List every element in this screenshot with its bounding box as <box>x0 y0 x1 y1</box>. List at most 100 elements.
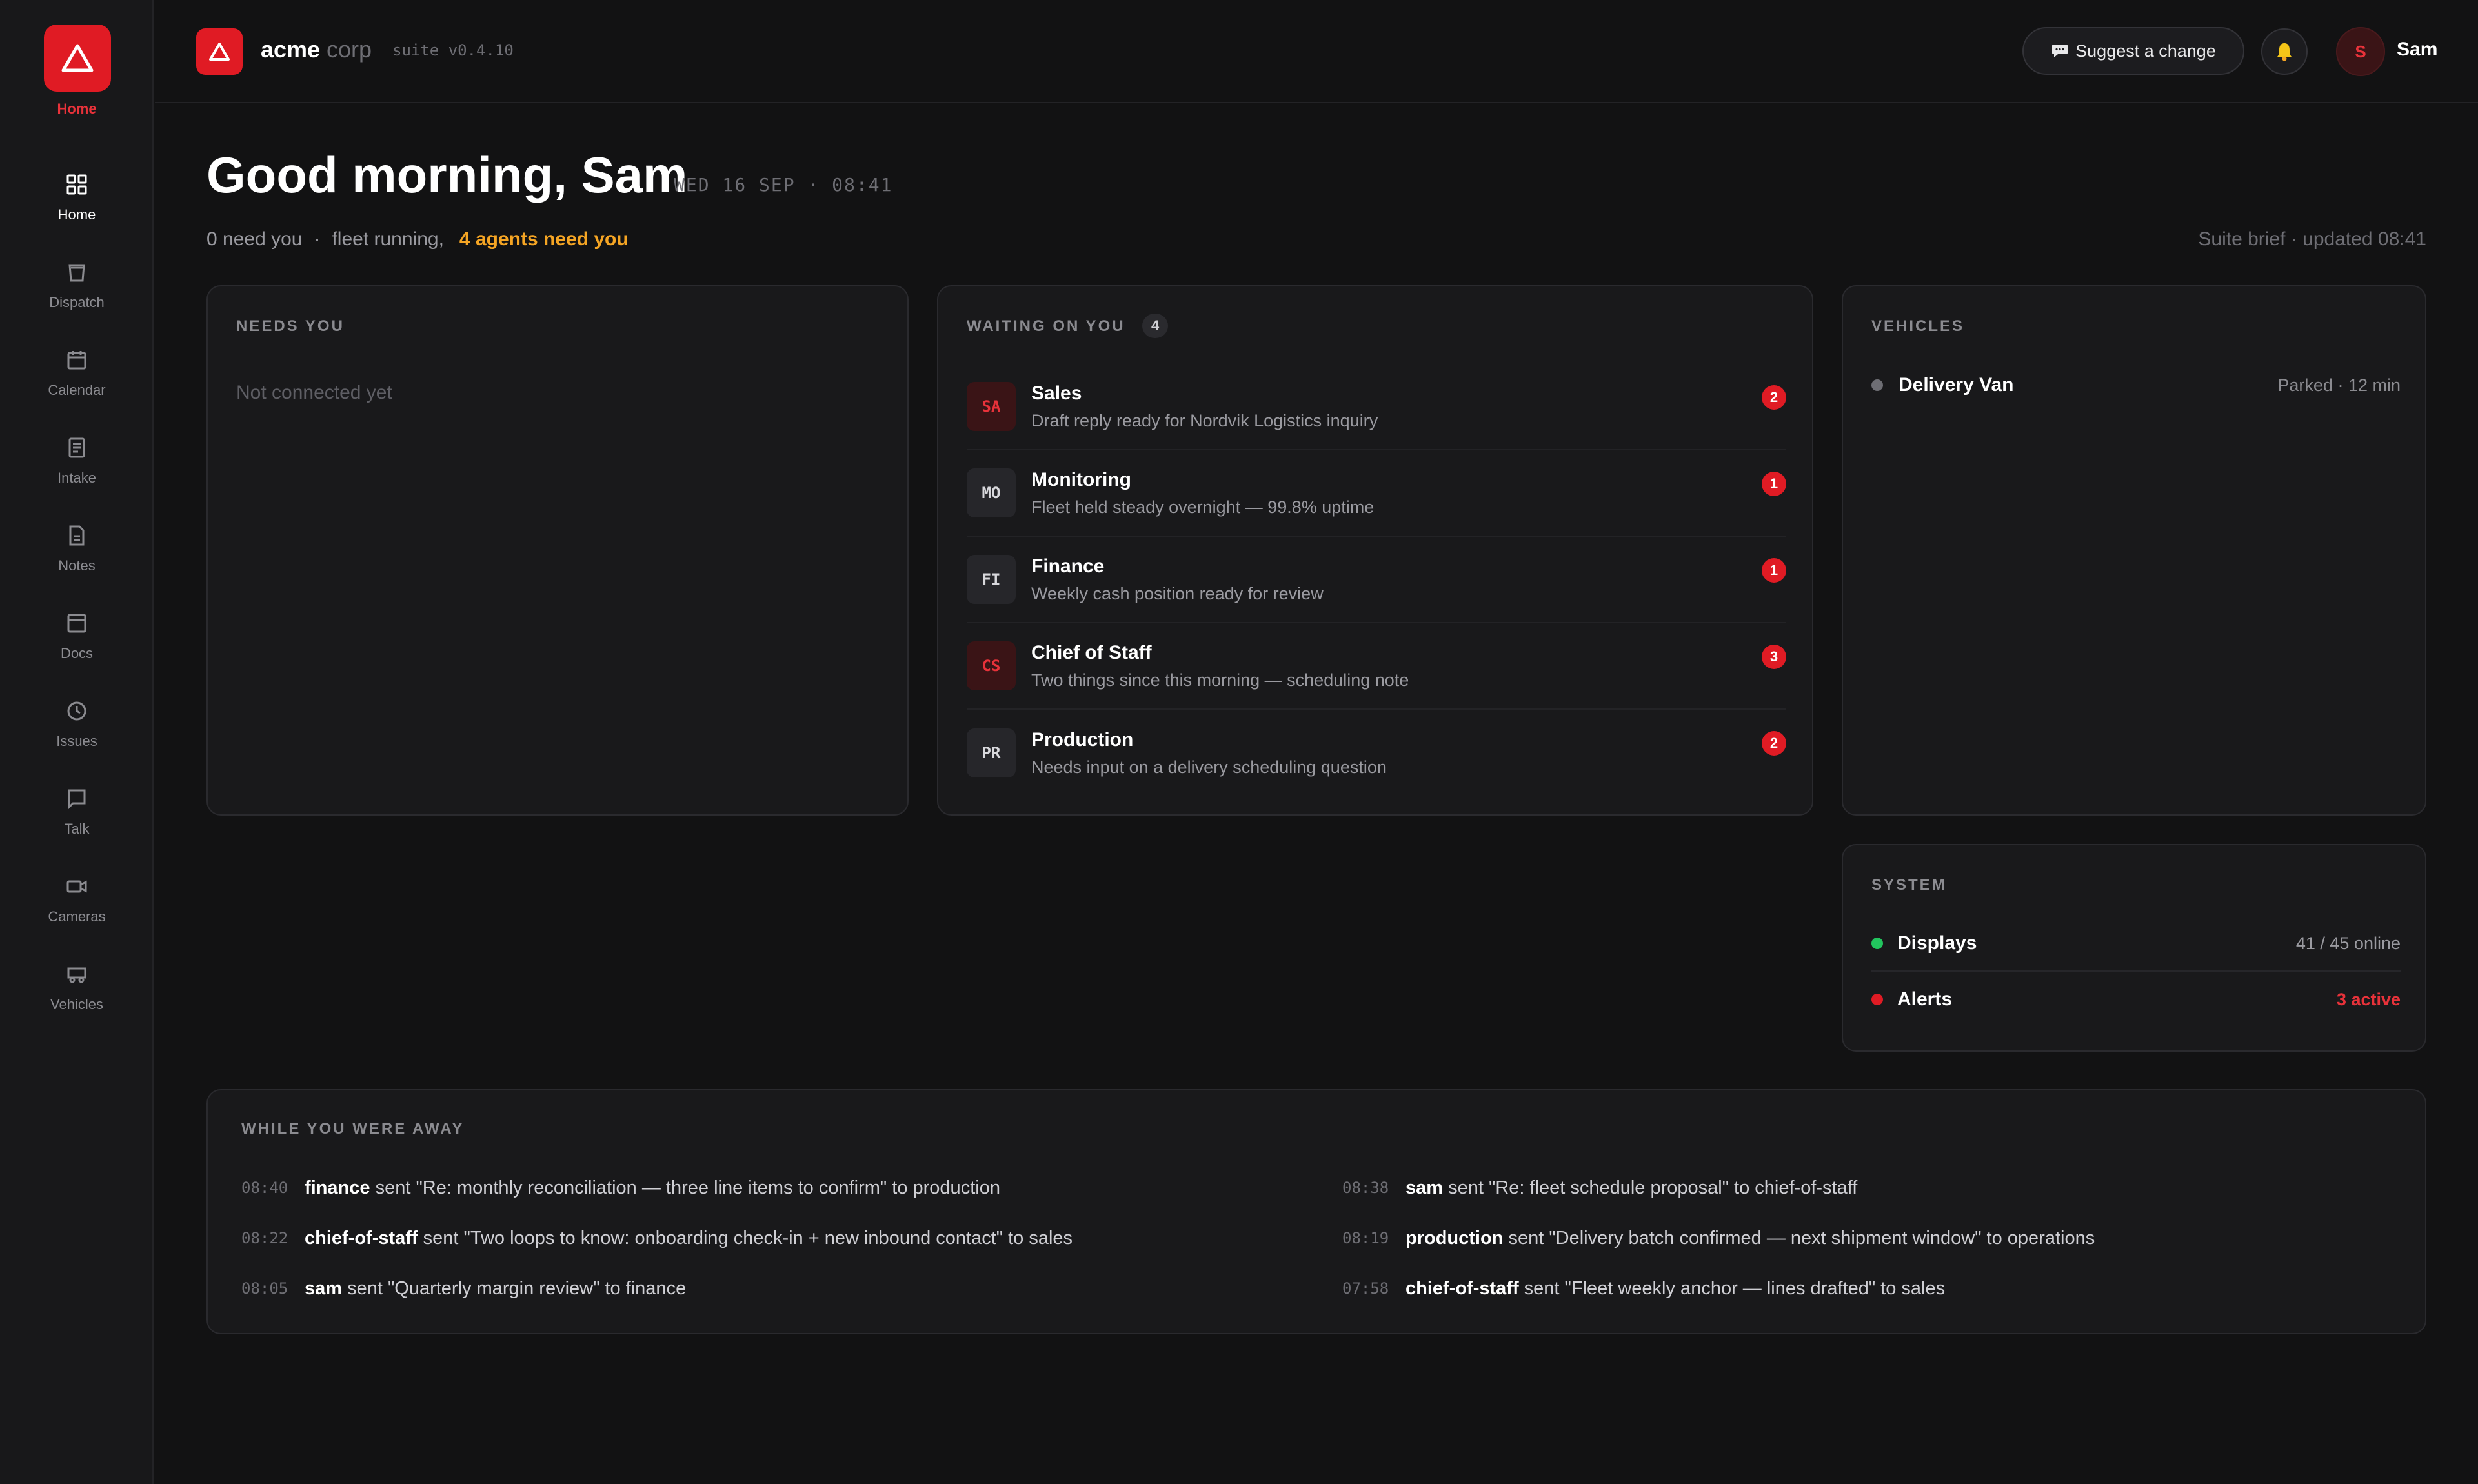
sidebar-item-label: Talk <box>64 821 90 837</box>
agent-code: MO <box>967 468 1016 517</box>
activity-sender: finance <box>305 1177 370 1198</box>
sidebar-item-label: Home <box>57 206 96 223</box>
agent-code: FI <box>967 555 1016 604</box>
vehicle-row[interactable]: Delivery Van Parked · 12 min <box>1871 369 2401 401</box>
agent-code: PR <box>967 728 1016 777</box>
bell-icon <box>2277 43 2292 61</box>
activity-item[interactable]: 08:38 sam sent "Re: fleet schedule propo… <box>1342 1163 2407 1213</box>
agent-row-production[interactable]: PR Production Needs input on a delivery … <box>967 710 1786 796</box>
count-badge: 2 <box>1762 731 1786 756</box>
activity-sender: production <box>1405 1227 1504 1248</box>
triangle-logo-icon <box>61 44 94 72</box>
agent-row-finance[interactable]: FI Finance Weekly cash position ready fo… <box>967 537 1786 623</box>
system-name: Alerts <box>1897 988 1953 1010</box>
grid-icon <box>64 172 90 197</box>
speech-bubble-icon <box>2052 45 2068 57</box>
calendar-icon <box>64 347 90 373</box>
count-badge: 3 <box>1762 645 1786 669</box>
agent-code: SA <box>967 382 1016 431</box>
sidebar-nav: Home Dispatch Calendar Intake Notes Docs… <box>0 161 154 1039</box>
sidebar-item-home[interactable]: Home <box>0 161 154 249</box>
agent-description: Needs input on a delivery scheduling que… <box>1031 757 1387 777</box>
app-logo-button[interactable] <box>44 25 111 92</box>
sidebar-item-talk[interactable]: Talk <box>0 776 154 863</box>
system-row-displays[interactable]: Displays 41 / 45 online <box>1871 916 2401 972</box>
activity-sender: sam <box>305 1278 343 1299</box>
system-value: 3 active <box>2336 989 2401 1009</box>
activity-item[interactable]: 08:05 sam sent "Quarterly margin review"… <box>241 1263 1306 1314</box>
activity-column: 08:40 finance sent "Re: monthly reconcil… <box>241 1163 1306 1314</box>
date-time: WED 16 SEP · 08:41 <box>674 174 893 196</box>
logo-label: Home <box>57 101 97 117</box>
sidebar-item-calendar[interactable]: Calendar <box>0 337 154 425</box>
activity-sender: chief-of-staff <box>1405 1278 1519 1299</box>
activity-time: 07:58 <box>1342 1279 1389 1298</box>
agent-row-sales[interactable]: SA Sales Draft reply ready for Nordvik L… <box>967 364 1786 450</box>
page-title: Good morning, Sam <box>206 146 688 203</box>
need-you-count: 0 need you <box>206 228 303 250</box>
user-name[interactable]: Sam <box>2397 39 2437 61</box>
activity-time: 08:19 <box>1342 1229 1389 1247</box>
sidebar-item-cameras[interactable]: Cameras <box>0 863 154 951</box>
system-name: Displays <box>1897 932 1977 954</box>
sidebar-item-label: Intake <box>57 470 96 486</box>
activity-time: 08:40 <box>241 1179 288 1197</box>
sidebar-item-label: Issues <box>56 733 97 749</box>
avatar[interactable]: S <box>2336 27 2385 76</box>
system-card: SYSTEM Displays 41 / 45 online Alerts 3 … <box>1842 844 2426 1052</box>
chat-icon <box>64 786 90 812</box>
count-badge: 2 <box>1762 385 1786 410</box>
activity-item[interactable]: 07:58 chief-of-staff sent "Fleet weekly … <box>1342 1263 2407 1314</box>
agent-list: SA Sales Draft reply ready for Nordvik L… <box>967 364 1786 796</box>
agent-row-chief-of-staff[interactable]: CS Chief of Staff Two things since this … <box>967 623 1786 710</box>
while-away-card: WHILE YOU WERE AWAY 08:40 finance sent "… <box>206 1089 2426 1334</box>
suggest-change-button[interactable]: Suggest a change <box>2022 27 2244 75</box>
agent-code: CS <box>967 641 1016 690</box>
sidebar-item-label: Dispatch <box>49 294 105 310</box>
sidebar-item-docs[interactable]: Docs <box>0 600 154 688</box>
sidebar-item-vehicles[interactable]: Vehicles <box>0 951 154 1039</box>
waiting-on-you-card: WAITING ON YOU 4 SA Sales Draft reply re… <box>937 285 1813 816</box>
sidebar-item-label: Cameras <box>48 908 106 925</box>
agents-need-you-link[interactable]: 4 agents need you <box>459 228 629 250</box>
separator: · <box>314 228 321 250</box>
sidebar-item-issues[interactable]: Issues <box>0 688 154 776</box>
agent-name: Chief of Staff <box>1031 641 1152 663</box>
agent-row-monitoring[interactable]: MO Monitoring Fleet held steady overnigh… <box>967 450 1786 537</box>
activity-time: 08:05 <box>241 1279 288 1298</box>
doc-icon <box>64 610 90 636</box>
suite-brief-status[interactable]: Suite brief · updated 08:41 <box>2198 228 2426 250</box>
notifications-button[interactable] <box>2261 28 2308 75</box>
card-title: SYSTEM <box>1871 876 1947 894</box>
activity-item[interactable]: 08:22 chief-of-staff sent "Two loops to … <box>241 1213 1306 1263</box>
brand-logo[interactable] <box>196 28 243 75</box>
agent-name: Sales <box>1031 382 1082 404</box>
card-title: WHILE YOU WERE AWAY <box>241 1120 465 1138</box>
activity-text: sent "Delivery batch confirmed — next sh… <box>1503 1227 2095 1248</box>
agent-description: Fleet held steady overnight — 99.8% upti… <box>1031 497 1375 517</box>
activity-text: sent "Two loops to know: onboarding chec… <box>418 1227 1073 1248</box>
agent-name: Monitoring <box>1031 468 1131 490</box>
form-icon <box>64 435 90 461</box>
bag-icon <box>64 259 90 285</box>
status-dot <box>1871 379 1883 391</box>
sidebar: Home Home Dispatch Calendar Intake Notes… <box>0 0 154 1484</box>
sidebar-item-notes[interactable]: Notes <box>0 512 154 600</box>
activity-sender: sam <box>1405 1177 1444 1198</box>
version-label: suite v0.4.10 <box>392 41 514 59</box>
sidebar-item-intake[interactable]: Intake <box>0 425 154 512</box>
sidebar-item-dispatch[interactable]: Dispatch <box>0 249 154 337</box>
activity-time: 08:38 <box>1342 1179 1389 1197</box>
needs-you-card: NEEDS YOU Not connected yet <box>206 285 909 816</box>
activity-item[interactable]: 08:19 production sent "Delivery batch co… <box>1342 1213 2407 1263</box>
vehicle-status: Parked · 12 min <box>2277 375 2401 395</box>
agent-name: Production <box>1031 728 1134 750</box>
status-dot <box>1871 938 1883 949</box>
activity-time: 08:22 <box>241 1229 288 1247</box>
activity-item[interactable]: 08:40 finance sent "Re: monthly reconcil… <box>241 1163 1306 1213</box>
activity-text: sent "Re: fleet schedule proposal" to ch… <box>1443 1177 1858 1198</box>
activity-text: sent "Quarterly margin review" to financ… <box>342 1278 687 1299</box>
system-row-alerts[interactable]: Alerts 3 active <box>1871 972 2401 1027</box>
triangle-logo-icon <box>209 43 230 61</box>
vehicle-name: Delivery Van <box>1899 374 2014 396</box>
